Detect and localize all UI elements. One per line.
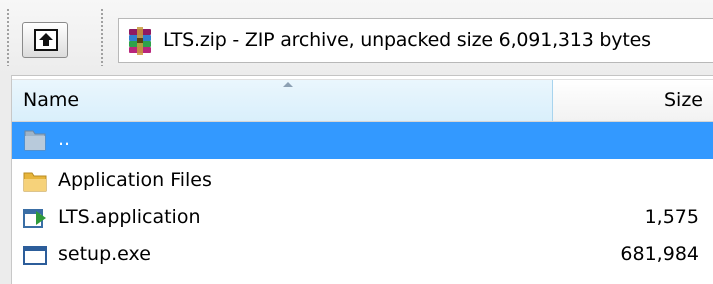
list-item-size: 681,984	[620, 243, 699, 265]
column-header-name[interactable]: Name	[12, 80, 553, 121]
column-header-size[interactable]: Size	[553, 80, 713, 121]
application-manifest-icon	[23, 209, 46, 228]
list-item-name: ..	[58, 128, 71, 150]
parent-folder-icon	[24, 130, 46, 151]
archive-path-bar[interactable]: LTS.zip - ZIP archive, unpacked size 6,0…	[118, 18, 713, 63]
list-item-parent[interactable]: ..	[12, 122, 713, 159]
toolbar-grip-2[interactable]	[100, 8, 105, 66]
list-item-size: 1,575	[644, 206, 699, 228]
pane-edge	[0, 75, 12, 284]
toolbar-grip[interactable]	[6, 8, 11, 66]
list-item-lts-application[interactable]: LTS.application 1,575	[12, 200, 713, 237]
toolbar: LTS.zip - ZIP archive, unpacked size 6,0…	[0, 0, 713, 76]
folder-icon	[23, 172, 47, 192]
up-one-level-button[interactable]	[22, 22, 68, 58]
list-item-name: Application Files	[58, 169, 212, 191]
archive-info-text: LTS.zip - ZIP archive, unpacked size 6,0…	[163, 29, 651, 51]
up-arrow-icon	[34, 29, 58, 51]
column-name-label: Name	[23, 89, 80, 111]
list-header: Name Size	[12, 79, 713, 122]
sort-ascending-icon	[283, 82, 293, 87]
executable-icon	[23, 246, 47, 265]
list-item-name: setup.exe	[58, 243, 151, 265]
list-item-name: LTS.application	[58, 206, 201, 228]
list-item-setup-exe[interactable]: setup.exe 681,984	[12, 237, 713, 274]
column-size-label: Size	[663, 89, 703, 111]
winrar-archive-icon	[129, 27, 151, 55]
list-item-application-files[interactable]: Application Files	[12, 163, 713, 200]
